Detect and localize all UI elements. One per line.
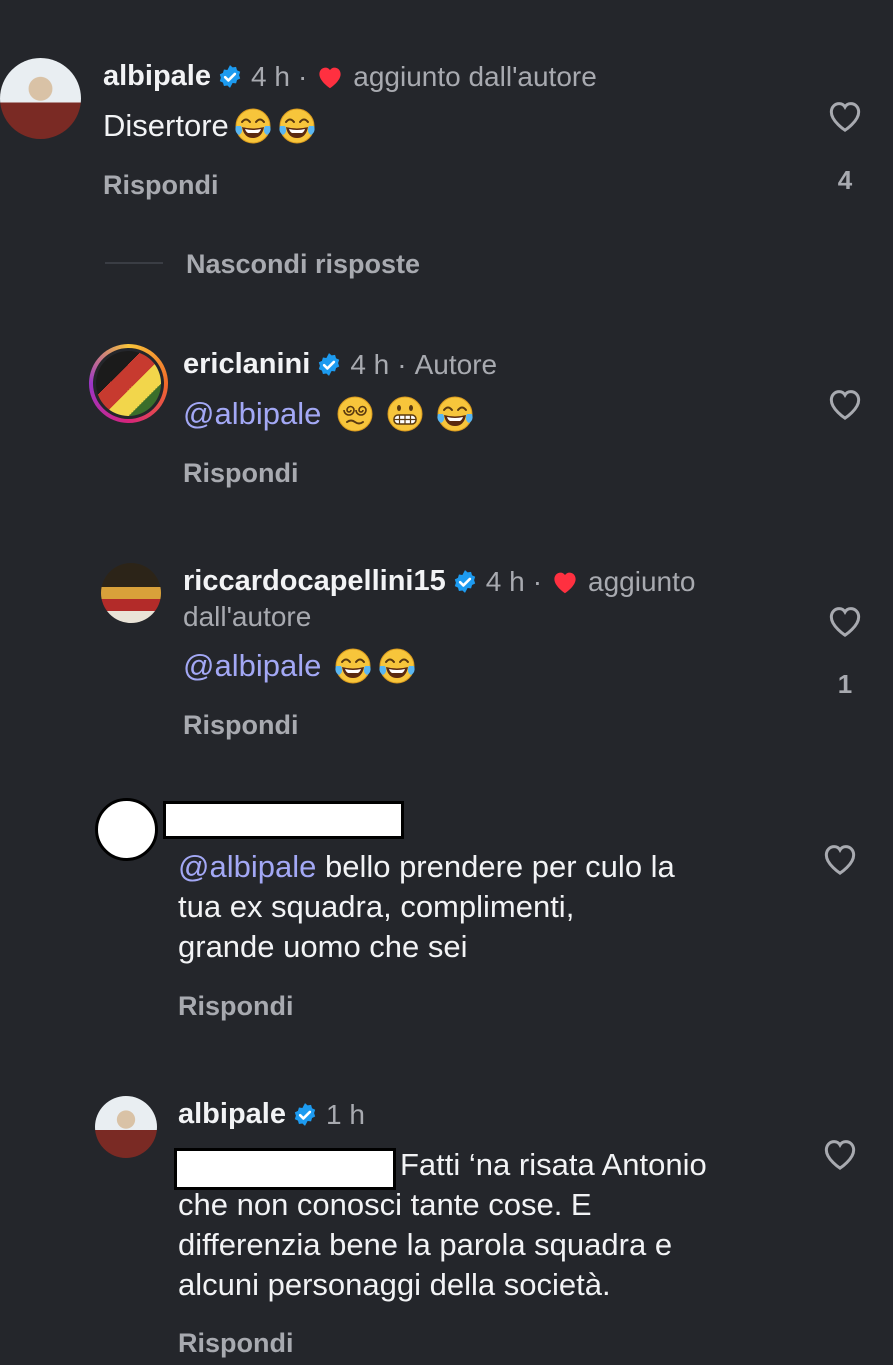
heart-outline-icon[interactable]: [820, 1134, 860, 1174]
replies-divider: [105, 262, 163, 264]
comment-body-line: alcuni personaggi della società.: [178, 1267, 611, 1302]
author-tag: Autore: [414, 348, 498, 380]
face-with-tears-of-joy-icon: [377, 646, 417, 686]
comment-body-line: bello prendere per culo la: [316, 849, 675, 884]
comment-body: Disertore: [103, 108, 229, 143]
author-liked-tag: aggiunto: [588, 565, 696, 597]
username[interactable]: albipale: [178, 1098, 286, 1131]
reply-button[interactable]: Rispondi: [178, 1328, 294, 1359]
author-liked-tag-cont: dall'autore: [183, 601, 312, 632]
timestamp: 1 h: [326, 1098, 365, 1130]
username[interactable]: ericlanini: [183, 348, 310, 381]
hide-replies-button[interactable]: Nascondi risposte: [186, 249, 420, 280]
avatar-albipale[interactable]: [0, 58, 81, 139]
avatar-riccardocapellini15[interactable]: [101, 563, 161, 623]
verified-badge-icon: [316, 352, 342, 378]
comment-text: @albipale bello prendere per culo la tua…: [178, 847, 818, 967]
timestamp: 4 h: [485, 565, 525, 597]
face-with-tears-of-joy-icon: [435, 394, 475, 434]
mention-link[interactable]: @albipale: [183, 394, 321, 434]
reply-button[interactable]: Rispondi: [183, 710, 299, 741]
avatar-ericlanini[interactable]: [89, 344, 168, 423]
comment-body-line: grande uomo che sei: [178, 929, 468, 964]
timestamp: 4 h: [350, 348, 390, 380]
comment-body-line: tua ex squadra, complimenti,: [178, 889, 575, 924]
comment-header: albipale 4 h · aggiunto dall'autore: [103, 60, 597, 93]
comment-text: Fatti ‘na risata Antonio che non conosci…: [178, 1145, 838, 1305]
avatar-redacted[interactable]: [95, 798, 158, 861]
verified-badge-icon: [452, 569, 478, 595]
comment-header: albipale 1 h: [178, 1098, 365, 1131]
comment-body-line: differenzia bene la parola squadra e: [178, 1227, 673, 1262]
comment-body-line: Fatti ‘na risata Antonio: [400, 1147, 707, 1182]
reply-button[interactable]: Rispondi: [103, 170, 219, 201]
comment-text: Disertore: [103, 106, 317, 146]
comment-text: @albipale: [183, 394, 475, 434]
red-heart-icon: [550, 567, 580, 597]
red-heart-icon: [315, 62, 345, 92]
grimacing-face-icon: [385, 394, 425, 434]
mention-link[interactable]: @albipale: [183, 646, 321, 686]
avatar-image: [96, 351, 161, 416]
separator: ·: [297, 60, 308, 92]
heart-outline-icon[interactable]: [820, 839, 860, 879]
face-with-tears-of-joy-icon: [333, 646, 373, 686]
mention-link[interactable]: @albipale: [178, 849, 316, 884]
comment-body-line: che non conosci tante cose. E: [178, 1187, 592, 1222]
redacted-username: [163, 801, 404, 839]
like-count: 1: [837, 669, 853, 699]
author-liked-tag: aggiunto dall'autore: [353, 60, 597, 92]
face-with-spiral-eyes-icon: [335, 394, 375, 434]
comment-header: riccardocapellini15 4 h · aggiunto: [183, 565, 695, 598]
separator: ·: [532, 565, 543, 597]
verified-badge-icon: [292, 1102, 318, 1128]
comment-text: @albipale: [183, 646, 417, 686]
heart-outline-icon[interactable]: [825, 384, 865, 424]
timestamp: 4 h: [251, 60, 290, 92]
separator: ·: [397, 348, 407, 380]
avatar-albipale[interactable]: [95, 1096, 157, 1158]
username[interactable]: albipale: [103, 60, 211, 93]
heart-outline-icon[interactable]: [825, 96, 865, 136]
comment-header: ericlanini 4 h · Autore: [183, 348, 497, 381]
reply-button[interactable]: Rispondi: [183, 458, 299, 489]
face-with-tears-of-joy-icon: [277, 106, 317, 146]
like-count: 4: [837, 165, 853, 195]
username[interactable]: riccardocapellini15: [183, 565, 446, 598]
reply-button[interactable]: Rispondi: [178, 991, 294, 1022]
verified-badge-icon: [217, 64, 243, 90]
heart-outline-icon[interactable]: [825, 601, 865, 641]
face-with-tears-of-joy-icon: [233, 106, 273, 146]
